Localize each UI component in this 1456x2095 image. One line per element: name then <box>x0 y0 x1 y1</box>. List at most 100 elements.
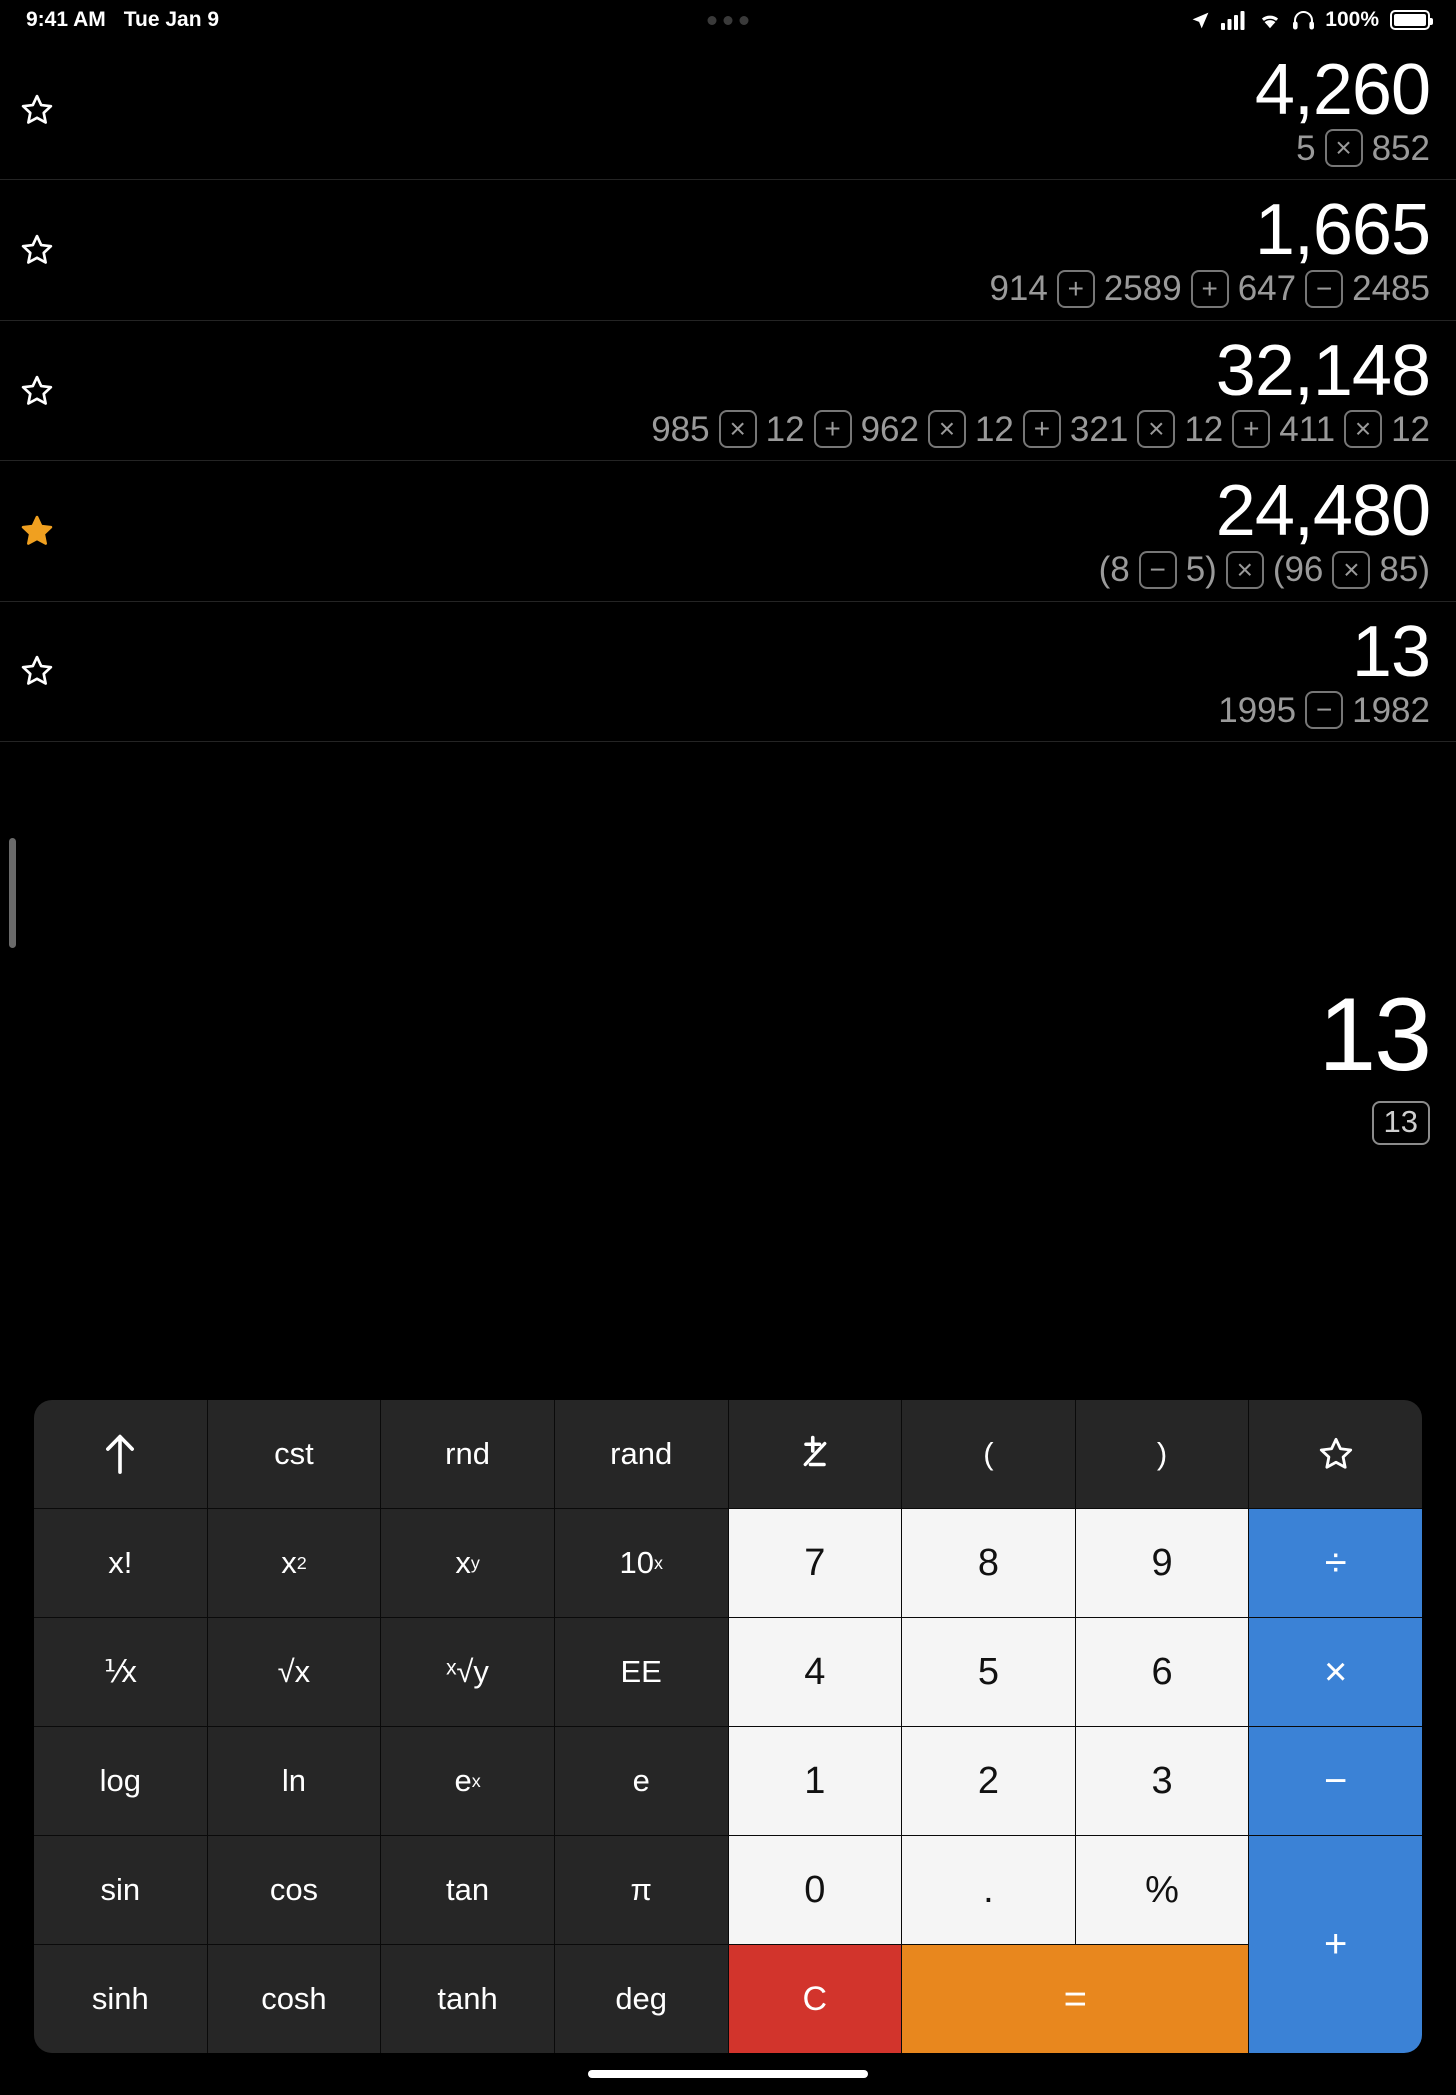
key-label: 3 <box>1151 1759 1173 1802</box>
key-tanh[interactable]: tanh <box>381 1945 554 2053</box>
key-3[interactable]: 3 <box>1075 1727 1249 1835</box>
key-cosh[interactable]: cosh <box>207 1945 381 2053</box>
key-7[interactable]: 7 <box>728 1509 902 1617</box>
key-label: % <box>1145 1868 1179 1911</box>
key-cst[interactable]: cst <box>207 1400 381 1508</box>
key-ln[interactable]: ln <box>207 1727 381 1835</box>
expression-operand: 5) <box>1185 550 1217 590</box>
key-sin[interactable]: sin <box>34 1836 207 1944</box>
plus-minus-icon <box>794 1433 836 1475</box>
key-rnd[interactable]: rnd <box>381 1400 554 1508</box>
key-decimal[interactable]: . <box>902 1836 1075 1944</box>
history-row[interactable]: 32,148 985 × 12 +962 × 12 +321 × 12 +411 × 12 <box>0 321 1456 462</box>
keypad[interactable]: cst rnd rand () x! x 2 x y 10 x 7 8 9 ÷ ⅟x √x ˣ√y EE 4 5 6 × lo… <box>34 1400 1422 2053</box>
key-add[interactable]: + <box>1249 1836 1422 2053</box>
key-favorite[interactable] <box>1249 1400 1422 1508</box>
key-cos[interactable]: cos <box>207 1836 381 1944</box>
key-x-squared[interactable]: x2 <box>207 1509 381 1617</box>
key-x-power-y[interactable]: xy <box>381 1509 554 1617</box>
key-equals[interactable]: = <box>902 1945 1249 2053</box>
key-multiply[interactable]: × <box>1249 1618 1422 1726</box>
current-expression: 13 <box>1371 1101 1430 1146</box>
key-label: e <box>632 1763 650 1798</box>
expression-operand: 985 <box>651 409 710 449</box>
key-pi[interactable]: π <box>554 1836 728 1944</box>
wifi-icon <box>1258 11 1282 29</box>
expression-operator: × <box>718 410 757 449</box>
status-bar-left: 9:41 AM Tue Jan 9 <box>26 8 219 32</box>
key-ten-power-x[interactable]: 10 x <box>554 1509 728 1617</box>
expression-operator: + <box>1232 410 1271 449</box>
history-expression: 914 +2589 +647−2485 <box>989 269 1430 309</box>
key-tan[interactable]: tan <box>381 1836 554 1944</box>
key-label: sinh <box>91 1981 149 2016</box>
expression-operand: 2485 <box>1352 269 1430 309</box>
key-plus-minus[interactable] <box>728 1400 902 1508</box>
history-result: 32,148 <box>1215 330 1431 411</box>
expression-operand: 321 <box>1069 409 1129 449</box>
scroll-indicator[interactable] <box>9 838 16 949</box>
key-0[interactable]: 0 <box>728 1836 902 1944</box>
key-open-paren[interactable]: ( <box>902 1400 1075 1508</box>
history-row[interactable]: 24,480 (8−5) × (96 × 85) <box>0 461 1456 602</box>
key-percent[interactable]: % <box>1075 1836 1249 1944</box>
history-result: 4,260 <box>1254 50 1431 130</box>
home-indicator[interactable] <box>588 2070 868 2078</box>
key-9[interactable]: 9 <box>1075 1509 1249 1617</box>
key-nth-root[interactable]: ˣ√y <box>381 1618 554 1726</box>
star-outline-icon[interactable] <box>14 368 60 414</box>
history-row[interactable]: 4,260 5 × 852 <box>0 40 1456 181</box>
key-log[interactable]: log <box>34 1727 207 1835</box>
history-row[interactable]: 1,665 914 +2589 +647−2485 <box>0 180 1456 321</box>
expression-operand: (8 <box>1098 550 1130 590</box>
key-4[interactable]: 4 <box>728 1618 902 1726</box>
key-label: π <box>630 1872 652 1907</box>
key-divide[interactable]: ÷ <box>1249 1509 1422 1617</box>
key-close-paren[interactable]: ) <box>1075 1400 1249 1508</box>
key-e-power-x[interactable]: ex <box>381 1727 554 1835</box>
key-1[interactable]: 1 <box>728 1727 902 1835</box>
star-outline-icon[interactable] <box>14 87 60 133</box>
history-list[interactable]: 4,260 5 × 852 1,665 914 +2589 +647−2485 32,148 98… <box>0 40 1456 743</box>
key-deg[interactable]: deg <box>554 1945 728 2053</box>
home-indicator-area <box>0 2053 1456 2095</box>
key-label: cos <box>269 1872 319 1907</box>
key-square-root[interactable]: √x <box>207 1618 381 1726</box>
star-outline-icon[interactable] <box>14 227 60 273</box>
history-row[interactable]: 13 1995−1982 <box>0 602 1456 743</box>
key-label: − <box>1324 1758 1348 1803</box>
key-label: C <box>802 1979 828 2018</box>
key-label: 2 <box>977 1759 999 1802</box>
key-label: . <box>983 1868 994 1911</box>
key-subtract[interactable]: − <box>1249 1727 1422 1835</box>
key-2[interactable]: 2 <box>902 1727 1075 1835</box>
status-bar-right: 100% <box>1191 8 1433 32</box>
star-filled-icon[interactable] <box>14 508 60 554</box>
expression-operator: × <box>1344 410 1383 449</box>
key-6[interactable]: 6 <box>1075 1618 1249 1726</box>
key-clear[interactable]: C <box>728 1945 902 2053</box>
expression-operator: + <box>1056 269 1095 308</box>
key-label: × <box>1324 1649 1348 1694</box>
key-sinh[interactable]: sinh <box>34 1945 207 2053</box>
expression-operand: (96 <box>1272 550 1324 590</box>
key-label: log <box>99 1763 141 1798</box>
expression-operator: × <box>1137 410 1176 449</box>
key-reciprocal[interactable]: ⅟x <box>34 1618 207 1726</box>
key-e[interactable]: e <box>554 1727 728 1835</box>
key-label: 0 <box>804 1868 826 1911</box>
star-outline-icon[interactable] <box>14 648 60 694</box>
expression-operator: − <box>1138 550 1177 589</box>
key-8[interactable]: 8 <box>902 1509 1075 1617</box>
island-dot <box>723 15 733 25</box>
key-up-arrow[interactable] <box>34 1400 207 1508</box>
key-factorial[interactable]: x! <box>34 1509 207 1617</box>
key-5[interactable]: 5 <box>902 1618 1075 1726</box>
key-rand[interactable]: rand <box>554 1400 728 1508</box>
expression-operand: 647 <box>1237 269 1297 309</box>
key-ee[interactable]: EE <box>554 1618 728 1726</box>
key-label: ) <box>1156 1436 1168 1471</box>
history-result: 24,480 <box>1215 471 1431 552</box>
key-label: ( <box>983 1436 994 1471</box>
history-result: 1,665 <box>1254 190 1431 271</box>
